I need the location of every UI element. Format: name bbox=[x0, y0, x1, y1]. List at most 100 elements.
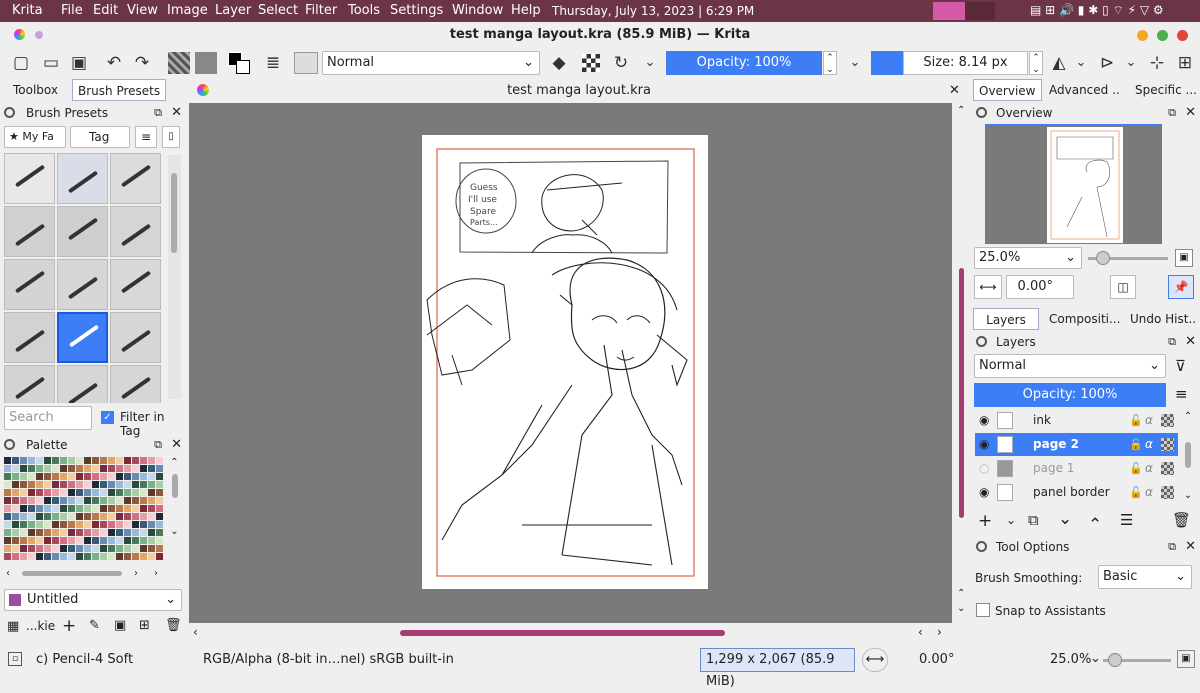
palette-swatch[interactable] bbox=[108, 457, 115, 464]
palette-swatch[interactable] bbox=[4, 473, 11, 480]
palette-swatch[interactable] bbox=[52, 521, 59, 528]
tab-advanced[interactable]: Advanced ... bbox=[1044, 79, 1120, 101]
palette-swatch[interactable] bbox=[52, 457, 59, 464]
rotation-input[interactable]: 0.00° bbox=[1006, 275, 1074, 299]
eraser-icon[interactable]: ◆ bbox=[548, 52, 570, 74]
palette-swatch[interactable] bbox=[124, 457, 131, 464]
brush-preset-tile[interactable] bbox=[57, 206, 108, 257]
palette-swatch[interactable] bbox=[36, 505, 43, 512]
palette-swatch[interactable] bbox=[156, 505, 163, 512]
brush-preset-tile[interactable] bbox=[110, 206, 161, 257]
brush-preset-tile[interactable] bbox=[57, 312, 108, 363]
palette-swatch[interactable] bbox=[132, 545, 139, 552]
redo-icon[interactable]: ↷ bbox=[131, 52, 153, 74]
palette-swatch[interactable] bbox=[76, 529, 83, 536]
image-dimensions[interactable]: 1,299 x 2,067 (85.9 MiB) bbox=[700, 648, 855, 689]
palette-swatch[interactable] bbox=[60, 497, 67, 504]
palette-swatch[interactable] bbox=[140, 505, 147, 512]
palette-swatch[interactable] bbox=[148, 473, 155, 480]
palette-swatch[interactable] bbox=[20, 545, 27, 552]
palette-swatch[interactable] bbox=[108, 537, 115, 544]
palette-swatch[interactable] bbox=[12, 505, 19, 512]
palette-swatch[interactable] bbox=[20, 513, 27, 520]
palette-hscrollbar[interactable]: ‹ › › bbox=[4, 568, 164, 580]
palette-swatch[interactable] bbox=[132, 465, 139, 472]
visibility-hidden-icon[interactable]: ○ bbox=[979, 457, 989, 480]
close-icon[interactable]: ✕ bbox=[171, 103, 182, 123]
palette-swatch[interactable] bbox=[156, 529, 163, 536]
palette-swatch[interactable] bbox=[60, 521, 67, 528]
palette-swatch[interactable] bbox=[140, 489, 147, 496]
app-menu[interactable]: Krita bbox=[12, 3, 43, 18]
palette-swatch[interactable] bbox=[28, 465, 35, 472]
palette-swatch[interactable] bbox=[4, 489, 11, 496]
vscroll-thumb[interactable] bbox=[959, 268, 964, 518]
palette-swatch[interactable] bbox=[116, 513, 123, 520]
inherit-alpha-icon[interactable] bbox=[1161, 462, 1174, 475]
menu-dot-icon[interactable] bbox=[35, 31, 43, 39]
palette-swatch[interactable] bbox=[140, 521, 147, 528]
palette-swatch[interactable] bbox=[100, 457, 107, 464]
palette-swatch[interactable] bbox=[140, 481, 147, 488]
palette-swatch[interactable] bbox=[76, 537, 83, 544]
zoom-fit-icon[interactable]: ▣ bbox=[1177, 650, 1195, 668]
palette-swatch[interactable] bbox=[52, 513, 59, 520]
mirror-horizontal-icon[interactable]: ◭ bbox=[1048, 52, 1070, 74]
lock-canvas-icon[interactable]: ⊞ bbox=[1174, 52, 1196, 74]
palette-swatch[interactable] bbox=[116, 473, 123, 480]
chevron-down-icon[interactable]: ⌄ bbox=[1120, 52, 1142, 74]
palette-swatch[interactable] bbox=[60, 481, 67, 488]
palette-swatch[interactable] bbox=[76, 489, 83, 496]
palette-swatch[interactable] bbox=[92, 537, 99, 544]
palette-swatch[interactable] bbox=[12, 497, 19, 504]
menu-tools[interactable]: Tools bbox=[348, 3, 380, 18]
brush-preset-tile[interactable] bbox=[4, 365, 55, 403]
palette-swatch[interactable] bbox=[92, 513, 99, 520]
brush-preset-tile[interactable] bbox=[4, 153, 55, 204]
palette-select[interactable]: Untitled ⌄ bbox=[4, 589, 182, 611]
canvas-hscrollbar[interactable]: ‹ ‹ › bbox=[189, 623, 955, 643]
palette-swatch[interactable] bbox=[4, 553, 11, 560]
tab-brush-presets[interactable]: Brush Presets bbox=[72, 79, 167, 101]
palette-swatch[interactable] bbox=[116, 529, 123, 536]
menu-select[interactable]: Select bbox=[258, 3, 298, 18]
layer-menu-icon[interactable]: ≡ bbox=[1175, 385, 1188, 403]
panel-lock-icon[interactable] bbox=[4, 107, 15, 118]
layer-lock-icon[interactable]: 🔓 bbox=[1129, 457, 1143, 480]
palette-swatch[interactable] bbox=[44, 505, 51, 512]
palette-swatch[interactable] bbox=[140, 473, 147, 480]
palette-swatch[interactable] bbox=[60, 513, 67, 520]
palette-swatch[interactable] bbox=[124, 481, 131, 488]
palette-swatch[interactable] bbox=[84, 521, 91, 528]
palette-swatch[interactable] bbox=[68, 513, 75, 520]
palette-swatch[interactable] bbox=[140, 529, 147, 536]
brush-preset-tile[interactable] bbox=[57, 365, 108, 403]
palette-swatch[interactable] bbox=[84, 513, 91, 520]
palette-swatch[interactable] bbox=[148, 497, 155, 504]
palette-swatch[interactable] bbox=[92, 521, 99, 528]
close-icon[interactable]: ✕ bbox=[1185, 103, 1196, 123]
tab-overview[interactable]: Overview bbox=[973, 79, 1042, 101]
opacity-spinner[interactable]: ⌃ ⌄ bbox=[823, 51, 837, 75]
chevron-down-icon[interactable]: ⌄ bbox=[639, 52, 661, 74]
palette-swatch[interactable] bbox=[52, 481, 59, 488]
float-icon[interactable]: ⧉ bbox=[1168, 537, 1176, 557]
palette-swatch[interactable] bbox=[28, 529, 35, 536]
palette-swatch[interactable] bbox=[124, 473, 131, 480]
snap-to-assistants-checkbox[interactable] bbox=[976, 603, 990, 617]
palette-swatch[interactable] bbox=[52, 553, 59, 560]
palette-swatch[interactable] bbox=[132, 513, 139, 520]
palette-swatch[interactable] bbox=[36, 473, 43, 480]
palette-swatch[interactable] bbox=[84, 473, 91, 480]
hscroll-thumb[interactable] bbox=[400, 630, 725, 636]
palette-swatch[interactable] bbox=[12, 545, 19, 552]
palette-swatch[interactable] bbox=[60, 465, 67, 472]
overview-thumbnail[interactable] bbox=[985, 124, 1162, 244]
palette-swatch[interactable] bbox=[28, 553, 35, 560]
menu-file[interactable]: File bbox=[61, 3, 83, 18]
palette-swatch[interactable] bbox=[68, 529, 75, 536]
palette-swatch[interactable] bbox=[60, 553, 67, 560]
palette-swatch[interactable] bbox=[100, 489, 107, 496]
palette-swatch[interactable] bbox=[116, 545, 123, 552]
alpha-lock-icon[interactable]: α bbox=[1145, 457, 1153, 480]
